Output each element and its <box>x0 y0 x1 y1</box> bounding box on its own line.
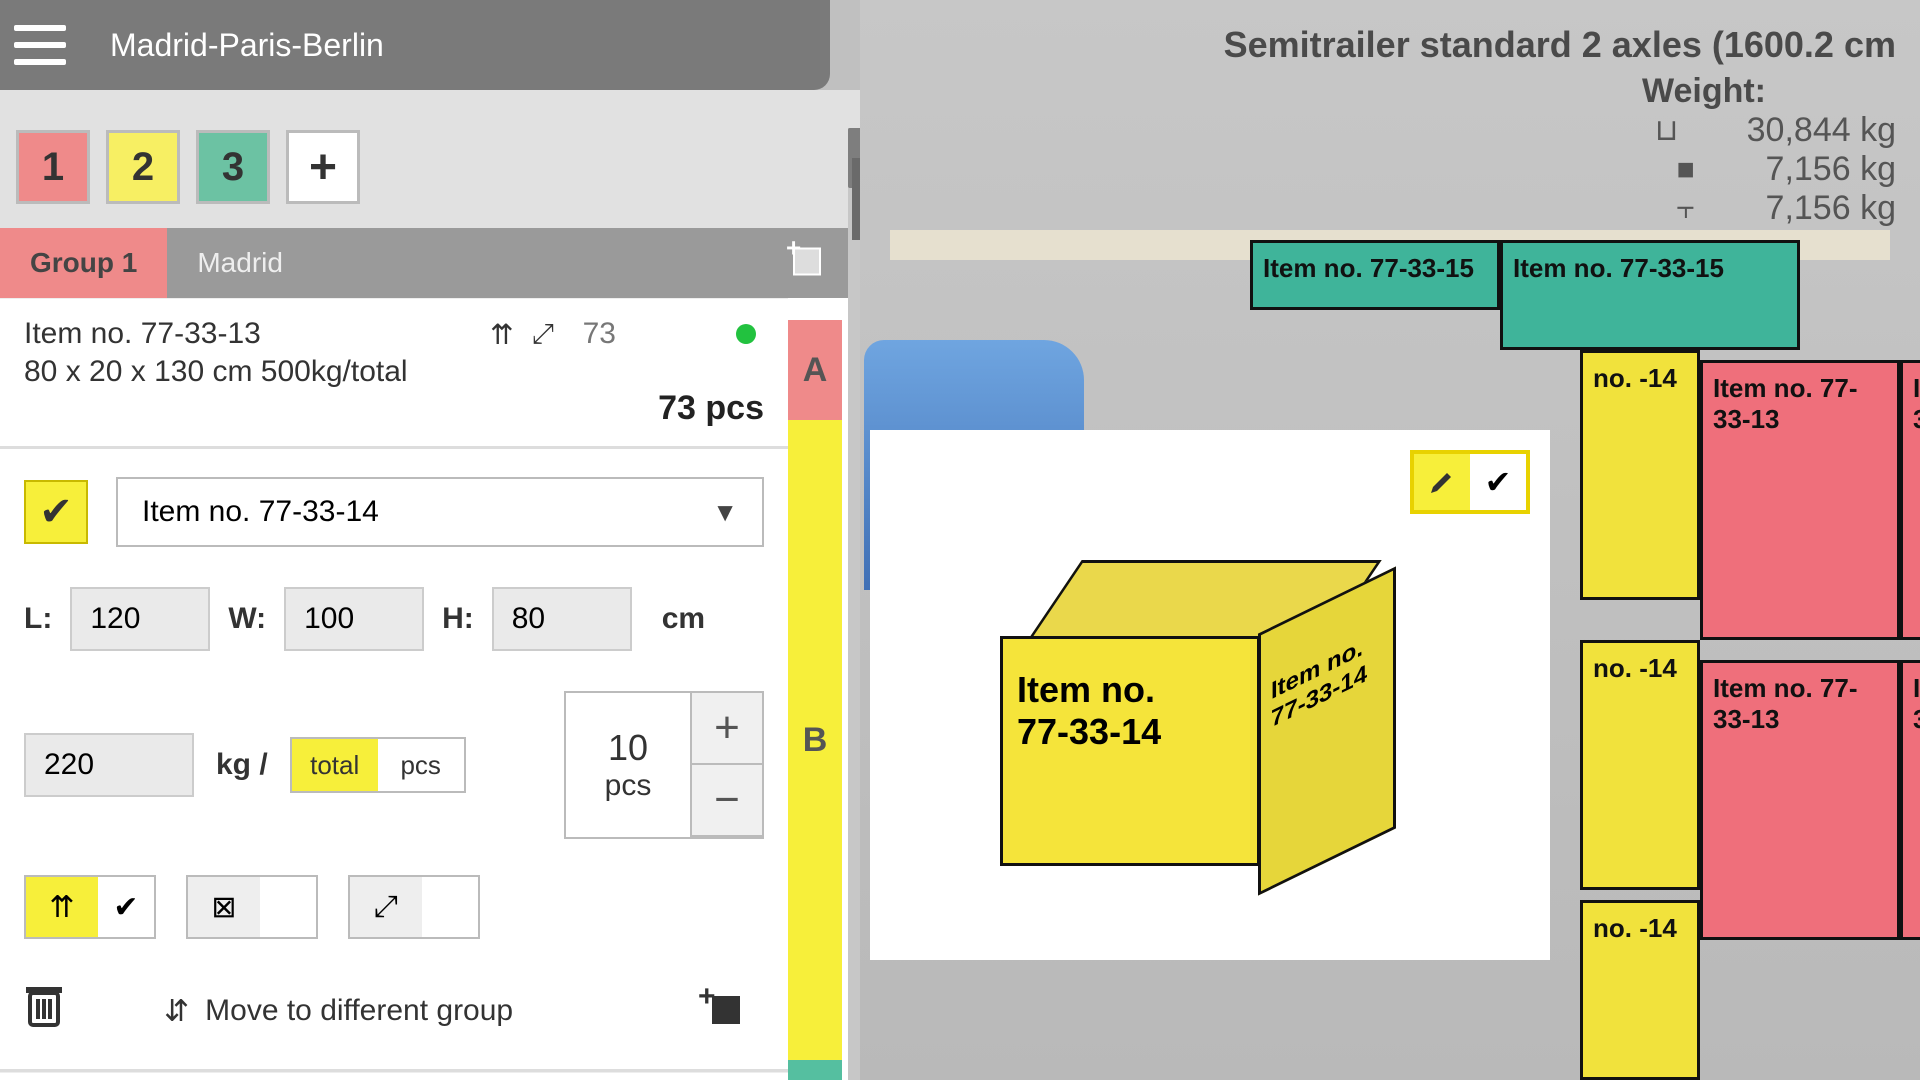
weight-unit-total[interactable]: total <box>292 739 378 791</box>
check-icon: ✔ <box>98 877 154 937</box>
cargo-box[interactable]: no. -14 <box>1580 350 1700 600</box>
cargo-box[interactable]: Item no. 77-33-15 <box>1500 240 1800 350</box>
this-way-up-icon: ⇈ <box>490 318 513 351</box>
dimension-unit: cm <box>662 602 705 636</box>
trailer-title: Semitrailer standard 2 axles (1600.2 cm <box>1224 24 1896 66</box>
cargo-box[interactable]: Item no. 77-33-13 <box>1700 360 1900 640</box>
rotate-icon: ⤢ <box>532 318 554 351</box>
item-name-select[interactable]: Item no. 77-33-14 ▼ <box>116 477 764 547</box>
weight-value-3: 7,156 kg <box>1766 189 1896 228</box>
trailer-axle-icon: ⊔ <box>1647 113 1687 148</box>
group-tab-1[interactable]: 1 <box>16 130 90 204</box>
abc-segment-a[interactable]: A <box>788 320 842 420</box>
move-group-label: Move to different group <box>205 994 513 1028</box>
group-number-tabs: 1 2 3 + <box>0 90 860 228</box>
add-to-load-button[interactable]: + <box>696 984 744 1038</box>
cargo-box[interactable]: Item no. 77-33-13 <box>1700 660 1900 940</box>
move-icon: ⇵ <box>164 994 189 1029</box>
quantity-unit: pcs <box>605 769 652 803</box>
left-panel: 1 2 3 + Group 1 Madrid + Item no. 77-33-… <box>0 90 860 1080</box>
abc-segment-b[interactable]: B <box>788 420 842 1060</box>
kg-slash-label: kg / <box>216 748 268 782</box>
item-loaded-count: 73 <box>564 317 616 351</box>
item-row[interactable]: Item no. 77-33-15 ⇈ 5 120 x 100 x 20 cm … <box>0 1072 788 1080</box>
weight-unit-pcs[interactable]: pcs <box>378 739 464 791</box>
no-stack-icon: ⊠ <box>188 877 260 937</box>
subtab-madrid[interactable]: Madrid <box>167 228 313 298</box>
preview-box-3d: Item no. 77-33-14 Item no. 77-33-14 <box>1000 560 1390 880</box>
this-way-up-icon: ⇈ <box>26 877 98 937</box>
width-input[interactable] <box>284 587 424 651</box>
weight-value-1: 30,844 kg <box>1747 111 1896 150</box>
quantity-value: 10 <box>608 727 648 769</box>
item-name-value: Item no. 77-33-14 <box>142 495 379 529</box>
weight-input[interactable] <box>24 733 194 797</box>
cargo-box[interactable]: Item no. 77-33-15 <box>1250 240 1500 310</box>
box-front-face: Item no. 77-33-14 <box>1000 636 1260 866</box>
width-label: W: <box>228 602 266 636</box>
box-label-line: Item no. <box>1017 669 1243 711</box>
item-dimensions: 80 x 20 x 130 cm 500kg/total <box>24 355 764 389</box>
route-title: Madrid-Paris-Berlin <box>110 27 384 64</box>
this-way-up-toggle[interactable]: ⇈ ✔ <box>24 875 156 939</box>
quantity-stepper: 10 pcs + − <box>564 691 764 839</box>
item-name: Item no. 77-33-13 <box>24 317 464 351</box>
delete-item-button[interactable] <box>24 983 64 1039</box>
weight-value-2: 7,156 kg <box>1766 150 1896 189</box>
chevron-down-icon: ▼ <box>712 497 738 528</box>
trailer-info: Semitrailer standard 2 axles (1600.2 cm … <box>1224 24 1896 228</box>
payload-icon: ■ <box>1666 153 1706 187</box>
svg-text:+: + <box>698 984 716 1013</box>
group-subtabs: Group 1 Madrid + <box>0 228 860 298</box>
abc-strip: A B C <box>788 320 842 1080</box>
edit-color-button[interactable] <box>1414 454 1470 510</box>
quantity-minus-button[interactable]: − <box>690 765 762 837</box>
item-preview-popup: ✔ Item no. 77-33-14 Item no. 77-33-14 <box>870 430 1550 960</box>
group-tab-add[interactable]: + <box>286 130 360 204</box>
empty-check <box>260 877 316 937</box>
item-editor: ✔ Item no. 77-33-14 ▼ L: W: H: cm <box>0 446 788 1072</box>
empty-check <box>422 877 478 937</box>
subtab-group-1[interactable]: Group 1 <box>0 228 167 298</box>
cargo-box[interactable]: no. -14 <box>1580 640 1700 890</box>
status-dot-icon <box>736 324 756 344</box>
group-tab-2[interactable]: 2 <box>106 130 180 204</box>
item-row[interactable]: Item no. 77-33-13 ⇈ ⤢ 73 80 x 20 x 130 c… <box>0 298 788 446</box>
confirm-item-button[interactable]: ✔ <box>24 480 88 544</box>
move-group-button[interactable]: ⇵ Move to different group <box>164 994 513 1029</box>
weight-unit-toggle[interactable]: total pcs <box>290 737 466 793</box>
box-label-line: 77-33-14 <box>1017 711 1243 753</box>
length-label: L: <box>24 602 52 636</box>
topbar: Madrid-Paris-Berlin <box>0 0 830 90</box>
rotate-icon: ⤢ <box>350 877 422 937</box>
abc-segment-c[interactable]: C <box>788 1060 842 1080</box>
length-input[interactable] <box>70 587 210 651</box>
height-input[interactable] <box>492 587 632 651</box>
gross-weight-icon: ⫟ <box>1666 192 1706 226</box>
quantity-plus-button[interactable]: + <box>690 693 762 765</box>
confirm-preview-button[interactable]: ✔ <box>1470 454 1526 510</box>
no-stack-toggle[interactable]: ⊠ <box>186 875 318 939</box>
cargo-box[interactable]: Item 77-33- <box>1900 660 1920 940</box>
group-tab-3[interactable]: 3 <box>196 130 270 204</box>
cargo-box[interactable]: no. -14 <box>1580 900 1700 1080</box>
preview-toolbar: ✔ <box>1410 450 1530 514</box>
item-stack-icons: ⇈ ⤢ <box>474 318 554 351</box>
svg-text:+: + <box>786 239 801 263</box>
rotate-toggle[interactable]: ⤢ <box>348 875 480 939</box>
height-label: H: <box>442 602 474 636</box>
cargo-box[interactable]: Item 77-33- <box>1900 360 1920 640</box>
item-pcs: 73 pcs <box>658 389 764 428</box>
items-list: Item no. 77-33-13 ⇈ ⤢ 73 80 x 20 x 130 c… <box>0 298 860 1080</box>
viewport-3d[interactable]: Semitrailer standard 2 axles (1600.2 cm … <box>860 0 1920 1080</box>
hamburger-menu-icon[interactable] <box>14 25 66 65</box>
weight-label: Weight: <box>1224 72 1766 111</box>
add-item-button[interactable]: + <box>780 239 824 288</box>
